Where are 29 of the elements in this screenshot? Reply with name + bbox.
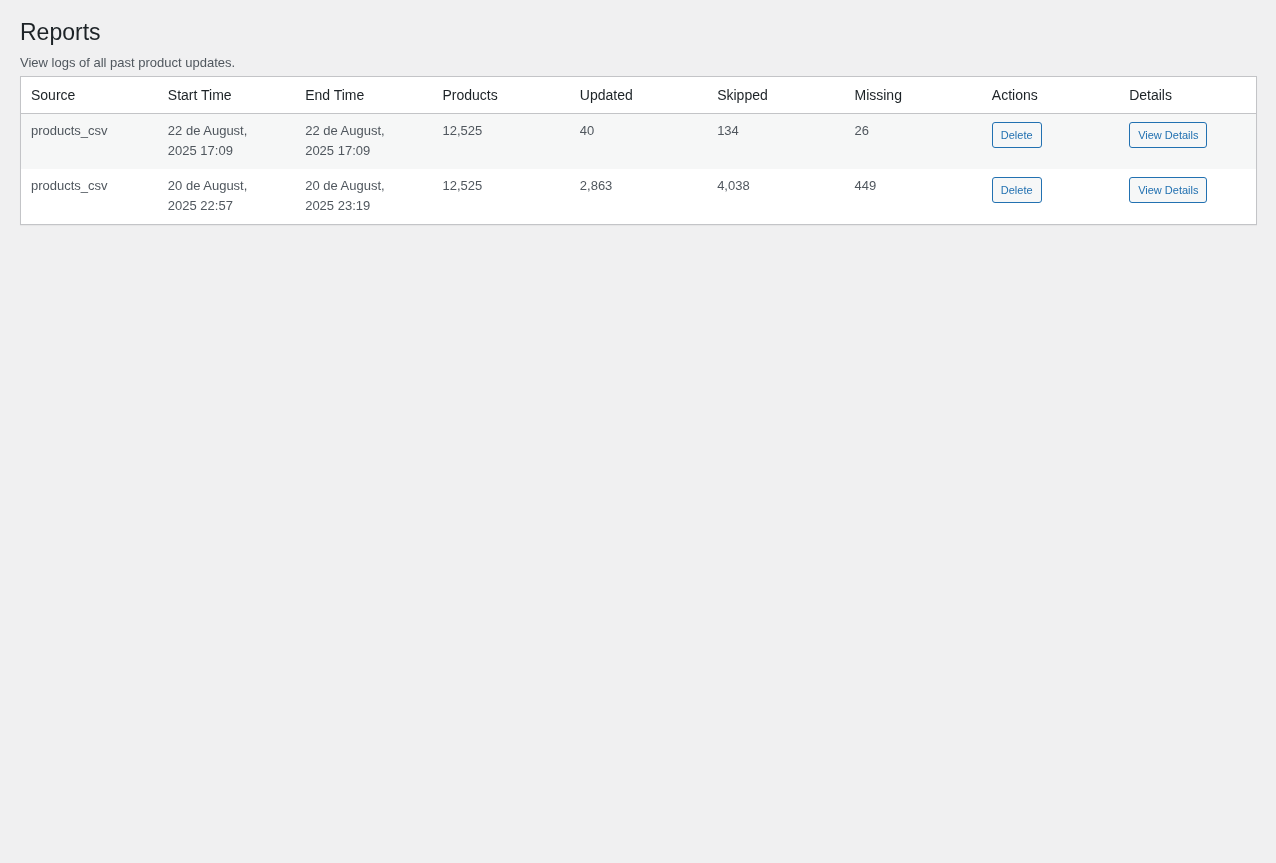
table-cell-text: products_csv <box>31 122 108 140</box>
view-details-button[interactable]: View Details <box>1129 177 1208 203</box>
table-cell-text: 20 de August, 2025 22:57 <box>167 177 249 215</box>
table-cell-text: 134 <box>717 122 739 140</box>
table-cell-text: 20 de August, 2025 23:19 <box>305 177 386 215</box>
table-cell-text: 12,525 <box>442 177 483 195</box>
column-header: Start Time <box>167 86 232 104</box>
column-header: Details <box>1129 86 1172 104</box>
table-cell-text: 449 <box>854 177 877 195</box>
column-header: Actions <box>991 86 1038 104</box>
table-cell-text: 40 <box>579 122 595 140</box>
page-description: View logs of all past product updates. <box>20 55 236 70</box>
column-header: Missing <box>854 86 902 104</box>
column-header: Source <box>31 86 76 104</box>
table-cell-text: 12,525 <box>442 122 483 140</box>
column-header: Skipped <box>717 86 768 104</box>
table-cell-text: 22 de August, 2025 17:09 <box>167 122 249 160</box>
table-cell-text: 2,863 <box>579 177 613 195</box>
column-header: End Time <box>305 86 365 104</box>
page-title: Reports <box>20 18 101 47</box>
delete-button[interactable]: Delete <box>991 177 1042 203</box>
table-cell-text: 4,038 <box>717 177 750 195</box>
table-cell-text: products_csv <box>31 177 108 195</box>
table-cell-text: 22 de August, 2025 17:09 <box>305 122 386 160</box>
view-details-button[interactable]: View Details <box>1129 122 1208 148</box>
table-cell-text: 26 <box>854 122 869 140</box>
delete-button[interactable]: Delete <box>991 122 1042 148</box>
column-header: Products <box>442 86 498 104</box>
column-header: Updated <box>579 86 633 104</box>
